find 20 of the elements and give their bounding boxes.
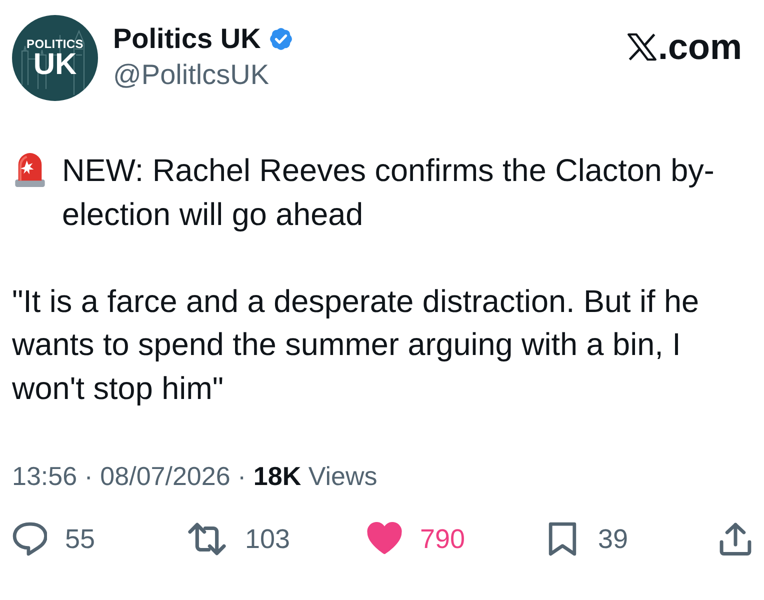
speech-bubble-icon [12, 522, 47, 556]
tweet-text: "It is a farce and a desperate distraction. But if he wants to spend the summer arguing with a bin, I won't stop him" [12, 282, 700, 406]
share-button[interactable] [718, 522, 753, 556]
like-button[interactable]: 790 [367, 522, 466, 556]
tweet-text: NEW: Rachel Reeves confirms the Clacton by-election will go ahead [62, 151, 716, 234]
avatar-logo[interactable]: POLITICS UK [12, 15, 98, 101]
reply-button[interactable]: 55 [12, 522, 96, 556]
x-logo-icon [626, 32, 657, 62]
loop-arrows-icon [187, 522, 227, 556]
site-name: .com [658, 27, 742, 67]
logo-text: UK [33, 50, 77, 78]
heart-icon [367, 522, 402, 556]
account-handle[interactable]: @PolitlcsUK [113, 58, 294, 92]
share-icon [718, 522, 753, 556]
repost-button[interactable]: 103 [187, 522, 290, 556]
account-name[interactable]: Politics UK [113, 22, 261, 56]
bookmark-button[interactable]: 39 [545, 522, 628, 556]
logo-text: POLITICS [26, 38, 84, 50]
tweet-meta: 13:56 · 08/07/2026 · 18K Views [12, 460, 378, 493]
siren-icon [12, 152, 48, 188]
